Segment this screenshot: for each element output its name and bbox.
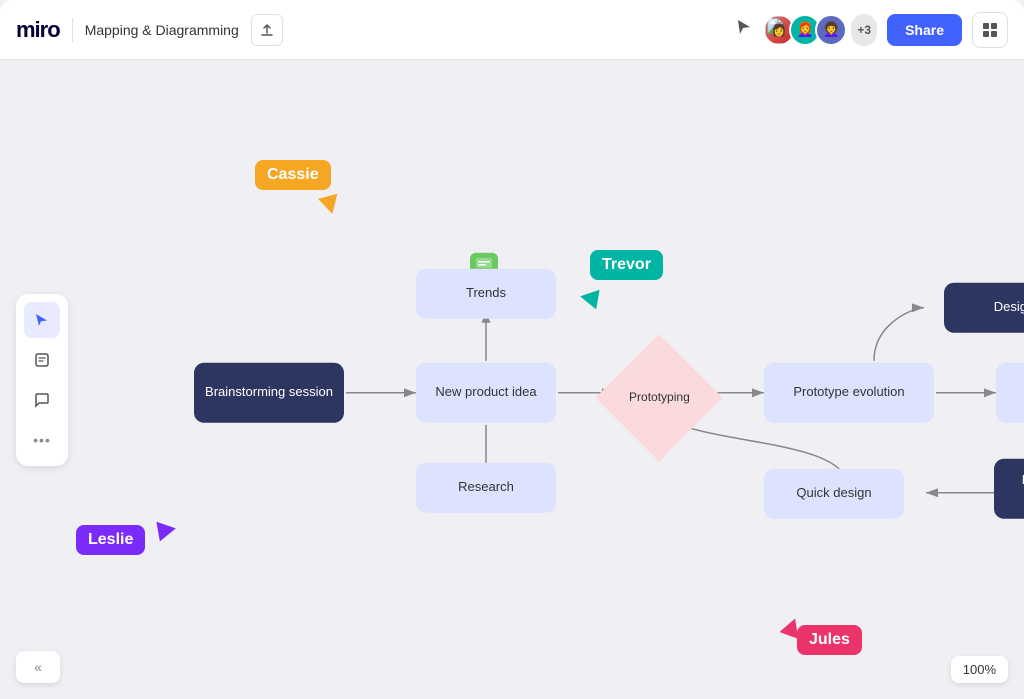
cursor-tool[interactable] — [24, 302, 60, 338]
avatar-count: +3 — [851, 14, 877, 46]
sidebar: ••• — [16, 294, 68, 466]
research-node[interactable]: Research — [416, 462, 556, 512]
cursor-icon — [735, 18, 753, 41]
jules-cursor-label: Jules — [797, 625, 862, 655]
comment-tool[interactable] — [24, 382, 60, 418]
sticky-tool[interactable] — [24, 342, 60, 378]
review-node[interactable]: Review — [996, 362, 1024, 422]
leslie-cursor-label: Leslie — [76, 525, 145, 555]
cassie-cursor-label: Cassie — [255, 160, 331, 190]
design-node[interactable]: Design — [944, 282, 1024, 332]
zoom-level: 100% — [951, 656, 1008, 683]
cassie-cursor-arrow — [318, 194, 342, 217]
canvas[interactable]: ••• Cassie Trevor Leslie Jules — [0, 60, 1024, 699]
more-tools[interactable]: ••• — [24, 422, 60, 458]
trends-node[interactable]: Trends — [416, 268, 556, 318]
leslie-cursor-arrow — [156, 519, 177, 542]
trevor-cursor-arrow — [578, 287, 599, 310]
prototype-evolution-node[interactable]: Prototype evolution — [764, 362, 934, 422]
new-product-node[interactable]: New product idea — [416, 362, 556, 422]
trevor-cursor-label: Trevor — [590, 250, 663, 280]
flow-diagram: Trends Brainstorming session New product… — [184, 232, 1004, 552]
requirement-refinement-node[interactable]: Requirement refinement — [994, 458, 1024, 518]
board-title: Mapping & Diagramming — [85, 22, 239, 38]
share-button[interactable]: Share — [887, 14, 962, 46]
avatar-3: 👩‍🦱 — [815, 14, 847, 46]
header-right: 👩 👩‍🦰 👩‍🦱 +3 Share — [735, 12, 1008, 48]
prototyping-node[interactable]: Prototyping — [595, 334, 722, 461]
quick-design-node[interactable]: Quick design — [764, 468, 904, 518]
header: miro Mapping & Diagramming 👩 👩‍🦰 👩‍🦱 + — [0, 0, 1024, 60]
avatars: 👩 👩‍🦰 👩‍🦱 +3 — [763, 14, 877, 46]
header-divider — [72, 18, 73, 42]
brainstorming-node[interactable]: Brainstorming session — [194, 362, 344, 422]
panel-toggle[interactable]: « — [16, 651, 60, 683]
miro-logo: miro — [16, 17, 60, 43]
upload-button[interactable] — [251, 14, 283, 46]
template-button[interactable] — [972, 12, 1008, 48]
